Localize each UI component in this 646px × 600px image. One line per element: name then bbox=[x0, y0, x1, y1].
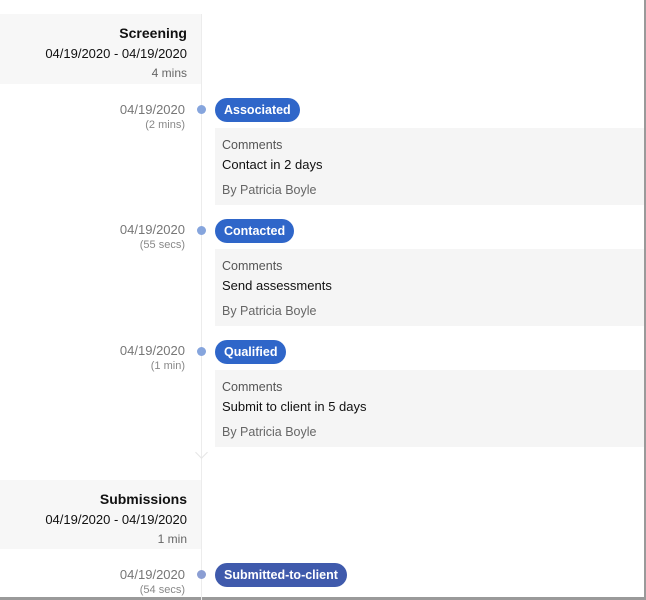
timeline-dot-icon bbox=[197, 570, 206, 579]
stage-title: Submissions bbox=[99, 491, 187, 507]
comments-label: Comments bbox=[222, 138, 283, 152]
stage-title: Screening bbox=[119, 25, 187, 41]
comments-label: Comments bbox=[222, 380, 283, 394]
event-elapsed: (55 secs) bbox=[139, 239, 185, 251]
timeline-line bbox=[201, 14, 202, 600]
comment-text: Send assessments bbox=[222, 278, 332, 293]
timeline-panel: Screening 04/19/2020 - 04/19/2020 4 mins… bbox=[0, 0, 646, 600]
stage-header-submissions: Submissions 04/19/2020 - 04/19/2020 1 mi… bbox=[0, 480, 201, 549]
event-date-text: 04/19/2020 bbox=[119, 567, 185, 582]
comment-author: By Patricia Boyle bbox=[222, 304, 317, 318]
status-badge-contacted[interactable]: Contacted bbox=[215, 219, 295, 243]
status-badge-submitted-to-client[interactable]: Submitted-to-client bbox=[215, 563, 347, 587]
status-badge-qualified[interactable]: Qualified bbox=[215, 340, 287, 364]
comments-label: Comments bbox=[222, 259, 283, 273]
event-date: 04/19/2020 (55 secs) bbox=[0, 222, 185, 252]
event-elapsed: (54 secs) bbox=[139, 584, 185, 596]
stage-duration: 1 min bbox=[157, 532, 187, 546]
event-date: 04/19/2020 (2 mins) bbox=[0, 102, 185, 132]
stage-date-range: 04/19/2020 - 04/19/2020 bbox=[45, 512, 187, 527]
timeline-dot-icon bbox=[197, 347, 206, 356]
comment-card: Comments Contact in 2 days By Patricia B… bbox=[215, 128, 644, 205]
stage-duration: 4 mins bbox=[151, 66, 187, 80]
event-elapsed: (1 min) bbox=[150, 360, 185, 372]
comment-text: Submit to client in 5 days bbox=[222, 399, 367, 414]
stage-header-screening: Screening 04/19/2020 - 04/19/2020 4 mins bbox=[0, 14, 201, 84]
event-date-text: 04/19/2020 bbox=[119, 343, 185, 358]
event-elapsed: (2 mins) bbox=[145, 119, 185, 131]
event-date-text: 04/19/2020 bbox=[119, 222, 185, 237]
comment-card: Comments Submit to client in 5 days By P… bbox=[215, 370, 644, 447]
event-date-text: 04/19/2020 bbox=[119, 102, 185, 117]
comment-card: Comments Send assessments By Patricia Bo… bbox=[215, 249, 644, 326]
status-badge-associated[interactable]: Associated bbox=[215, 98, 300, 122]
comment-text: Contact in 2 days bbox=[222, 157, 323, 172]
event-date: 04/19/2020 (1 min) bbox=[0, 343, 185, 373]
comment-author: By Patricia Boyle bbox=[222, 183, 317, 197]
timeline-arrow-icon bbox=[195, 446, 208, 459]
timeline-dot-icon bbox=[197, 226, 206, 235]
timeline-dot-icon bbox=[197, 105, 206, 114]
stage-date-range: 04/19/2020 - 04/19/2020 bbox=[45, 46, 187, 61]
comment-author: By Patricia Boyle bbox=[222, 425, 317, 439]
event-date: 04/19/2020 (54 secs) bbox=[0, 567, 185, 597]
